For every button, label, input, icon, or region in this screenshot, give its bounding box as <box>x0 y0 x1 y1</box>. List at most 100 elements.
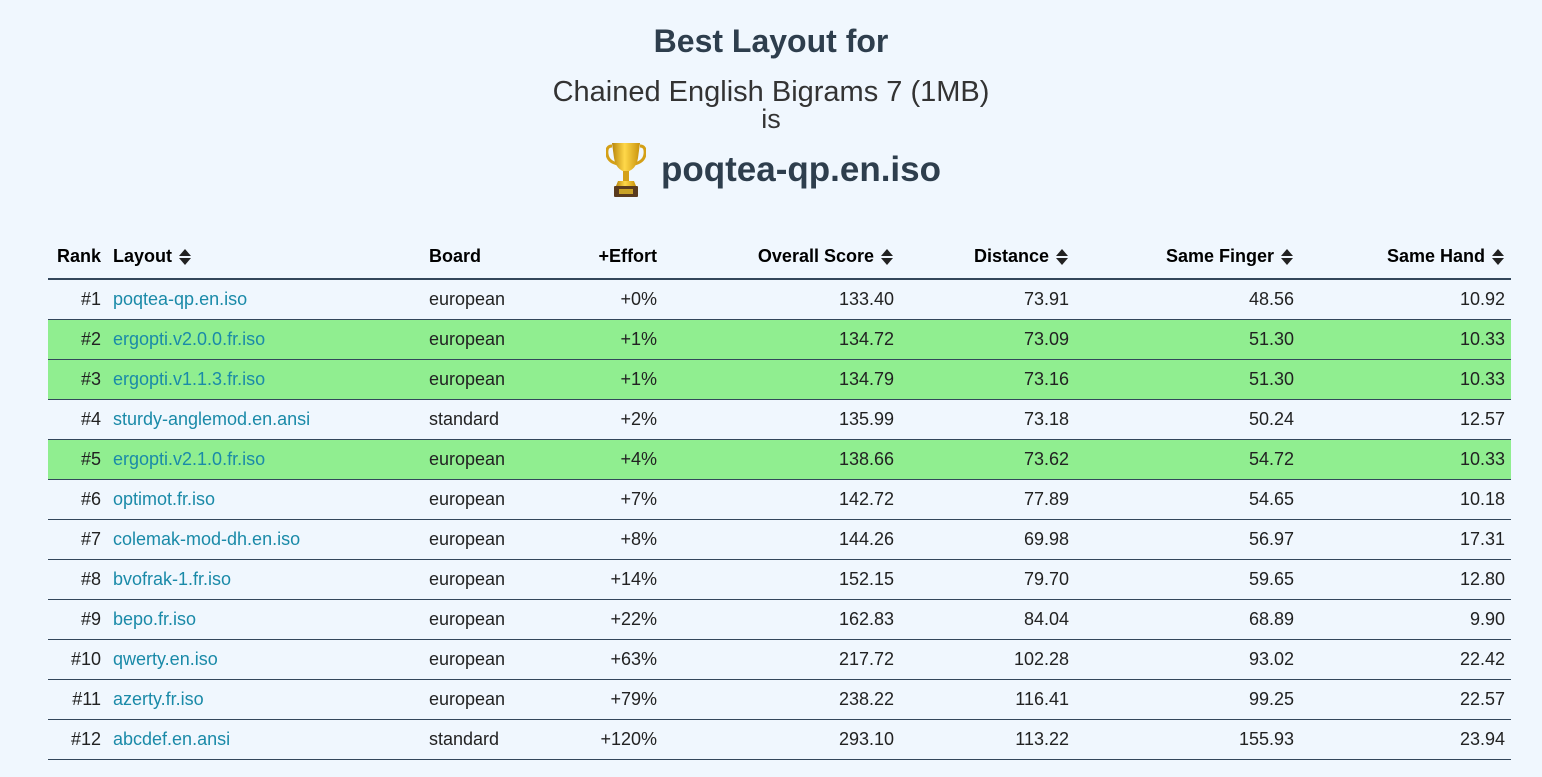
column-header-overall-score[interactable]: Overall Score <box>663 234 900 280</box>
winner-banner: poqtea-qp.en.iso <box>0 140 1542 200</box>
board-cell: european <box>423 279 553 320</box>
column-header-same-hand[interactable]: Same Hand <box>1300 234 1511 280</box>
same-finger-cell: 56.97 <box>1075 519 1300 560</box>
distance-cell: 116.41 <box>900 679 1075 720</box>
overall-score-cell: 293.10 <box>663 719 900 760</box>
effort-cell: +22% <box>553 599 663 640</box>
board-cell: standard <box>423 399 553 440</box>
rank-cell: #8 <box>48 559 107 600</box>
rank-cell: #4 <box>48 399 107 440</box>
effort-cell: +1% <box>553 359 663 400</box>
rank-cell: #9 <box>48 599 107 640</box>
column-header-same-finger-label: Same Finger <box>1165 245 1274 266</box>
table-row: #2 ergopti.v2.0.0.fr.iso european +1% 134.72… <box>48 319 1511 360</box>
same-finger-cell: 54.65 <box>1075 479 1300 520</box>
same-hand-cell: 10.33 <box>1300 439 1511 480</box>
distance-cell: 69.98 <box>900 519 1075 560</box>
table-row: #8 bvofrak-1.fr.iso european +14% 152.15 79.7… <box>48 559 1511 600</box>
same-hand-cell: 10.33 <box>1300 359 1511 400</box>
same-hand-cell: 9.90 <box>1300 599 1511 640</box>
board-cell: european <box>423 439 553 480</box>
layout-cell: bepo.fr.iso <box>107 599 423 640</box>
column-header-effort: +Effort <box>553 234 663 280</box>
board-cell: european <box>423 639 553 680</box>
column-header-board: Board <box>423 234 553 280</box>
column-header-same-hand-label: Same Hand <box>1386 245 1485 266</box>
layout-link[interactable]: optimot.fr.iso <box>113 489 215 509</box>
sort-icon[interactable] <box>178 248 192 266</box>
overall-score-cell: 133.40 <box>663 279 900 320</box>
table-row: #6 optimot.fr.iso european +7% 142.72 77.89 54… <box>48 479 1511 520</box>
same-hand-cell: 12.80 <box>1300 559 1511 600</box>
column-header-same-finger[interactable]: Same Finger <box>1075 234 1300 280</box>
table-row: #7 colemak-mod-dh.en.iso european +8% 144.26… <box>48 519 1511 560</box>
layout-link[interactable]: qwerty.en.iso <box>113 649 218 669</box>
effort-cell: +14% <box>553 559 663 600</box>
sort-icon[interactable] <box>880 248 894 266</box>
table-row: #12 abcdef.en.ansi standard +120% 293.10 113.… <box>48 719 1511 760</box>
layout-link[interactable]: azerty.fr.iso <box>113 689 204 709</box>
same-finger-cell: 59.65 <box>1075 559 1300 600</box>
effort-cell: +0% <box>553 279 663 320</box>
board-cell: european <box>423 359 553 400</box>
effort-cell: +120% <box>553 719 663 760</box>
column-header-layout[interactable]: Layout <box>107 234 423 280</box>
same-hand-cell: 23.94 <box>1300 719 1511 760</box>
layout-cell: ergopti.v2.1.0.fr.iso <box>107 439 423 480</box>
layout-link[interactable]: bvofrak-1.fr.iso <box>113 569 231 589</box>
effort-cell: +63% <box>553 639 663 680</box>
column-header-distance[interactable]: Distance <box>900 234 1075 280</box>
overall-score-cell: 152.15 <box>663 559 900 600</box>
overall-score-cell: 138.66 <box>663 439 900 480</box>
layout-link[interactable]: colemak-mod-dh.en.iso <box>113 529 300 549</box>
rank-cell: #2 <box>48 319 107 360</box>
table-row: #3 ergopti.v1.1.3.fr.iso european +1% 134.79… <box>48 359 1511 400</box>
effort-cell: +4% <box>553 439 663 480</box>
layout-cell: colemak-mod-dh.en.iso <box>107 519 423 560</box>
same-finger-cell: 48.56 <box>1075 279 1300 320</box>
same-hand-cell: 10.92 <box>1300 279 1511 320</box>
column-header-distance-label: Distance <box>973 245 1049 266</box>
rank-cell: #11 <box>48 679 107 720</box>
layout-cell: qwerty.en.iso <box>107 639 423 680</box>
layout-link[interactable]: bepo.fr.iso <box>113 609 196 629</box>
overall-score-cell: 162.83 <box>663 599 900 640</box>
column-header-layout-label: Layout <box>113 245 173 266</box>
layout-link[interactable]: ergopti.v1.1.3.fr.iso <box>113 369 265 389</box>
board-cell: european <box>423 679 553 720</box>
layout-link[interactable]: poqtea-qp.en.iso <box>113 289 247 309</box>
rank-cell: #7 <box>48 519 107 560</box>
table-row: #10 qwerty.en.iso european +63% 217.72 102.28… <box>48 639 1511 680</box>
table-row: #11 azerty.fr.iso european +79% 238.22 116.41… <box>48 679 1511 720</box>
sort-icon[interactable] <box>1491 248 1505 266</box>
layout-link[interactable]: abcdef.en.ansi <box>113 729 230 749</box>
distance-cell: 73.16 <box>900 359 1075 400</box>
distance-cell: 73.09 <box>900 319 1075 360</box>
sort-icon[interactable] <box>1280 248 1294 266</box>
table-row: #1 poqtea-qp.en.iso european +0% 133.40 73.91… <box>48 279 1511 320</box>
layout-cell: poqtea-qp.en.iso <box>107 279 423 320</box>
same-hand-cell: 22.42 <box>1300 639 1511 680</box>
distance-cell: 102.28 <box>900 639 1075 680</box>
effort-cell: +8% <box>553 519 663 560</box>
same-finger-cell: 93.02 <box>1075 639 1300 680</box>
distance-cell: 73.62 <box>900 439 1075 480</box>
layout-link[interactable]: ergopti.v2.0.0.fr.iso <box>113 329 265 349</box>
column-header-overall-score-label: Overall Score <box>757 245 874 266</box>
effort-cell: +2% <box>553 399 663 440</box>
table-header-row: Rank Layout Board +Effort Overall Score … <box>48 234 1511 280</box>
same-hand-cell: 22.57 <box>1300 679 1511 720</box>
same-finger-cell: 68.89 <box>1075 599 1300 640</box>
page-title: Best Layout for <box>653 23 889 59</box>
overall-score-cell: 134.79 <box>663 359 900 400</box>
layout-link[interactable]: ergopti.v2.1.0.fr.iso <box>113 449 265 469</box>
rank-cell: #5 <box>48 439 107 480</box>
same-hand-cell: 10.33 <box>1300 319 1511 360</box>
sort-icon[interactable] <box>1055 248 1069 266</box>
overall-score-cell: 134.72 <box>663 319 900 360</box>
is-text: is <box>761 104 781 134</box>
same-finger-cell: 50.24 <box>1075 399 1300 440</box>
same-finger-cell: 99.25 <box>1075 679 1300 720</box>
layout-link[interactable]: sturdy-anglemod.en.ansi <box>113 409 310 429</box>
board-cell: european <box>423 519 553 560</box>
